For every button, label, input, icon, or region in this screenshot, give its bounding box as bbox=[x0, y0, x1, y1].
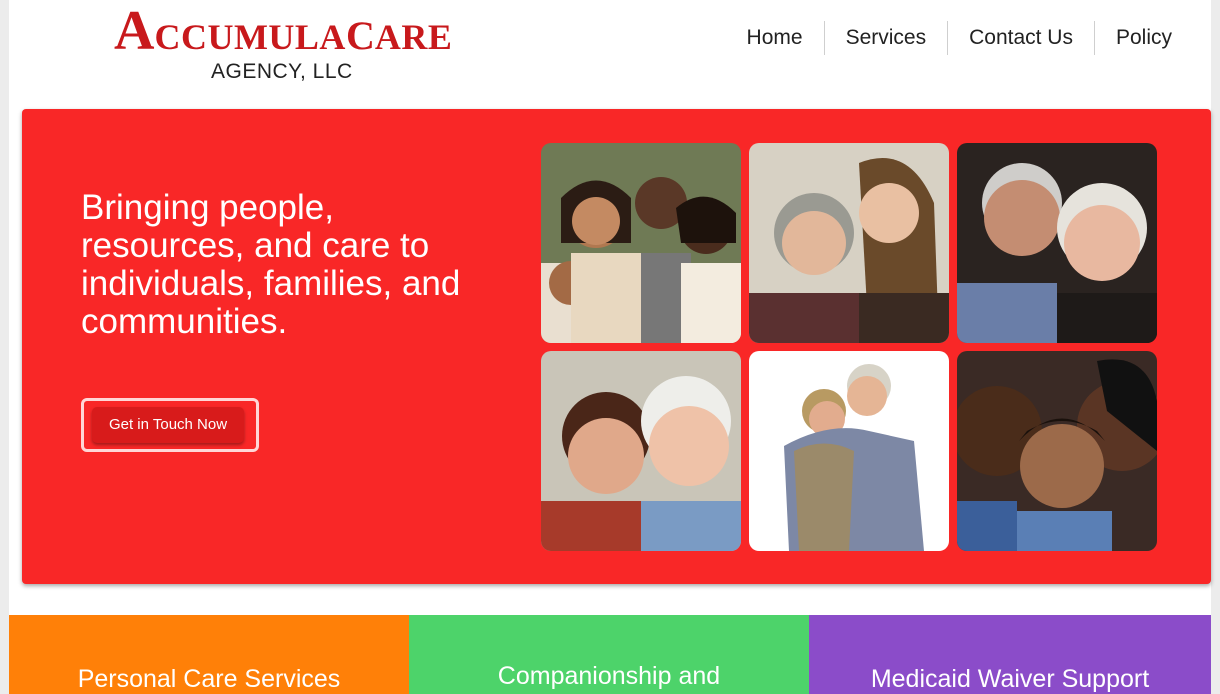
service-title: Medicaid Waiver Support bbox=[870, 665, 1150, 693]
service-title: Personal Care Services bbox=[77, 665, 341, 693]
nav-contact-us[interactable]: Contact Us bbox=[948, 21, 1094, 55]
embracing-elderly-couple-photo bbox=[749, 351, 949, 551]
logo[interactable]: ACCUMULACARE AGENCY, LLC bbox=[39, 0, 529, 104]
site-header: ACCUMULACARE AGENCY, LLC Home Services C… bbox=[9, 0, 1211, 106]
service-personal-care[interactable]: Personal Care Services bbox=[9, 615, 409, 694]
elderly-couple-photo bbox=[957, 143, 1157, 343]
smiling-family-photo bbox=[957, 351, 1157, 551]
nav-services[interactable]: Services bbox=[825, 21, 948, 55]
get-in-touch-button[interactable]: Get in Touch Now bbox=[92, 407, 244, 443]
older-woman-and-young-woman-photo bbox=[749, 143, 949, 343]
service-title: Companionship and bbox=[497, 662, 721, 690]
service-companionship[interactable]: Companionship and bbox=[409, 615, 809, 694]
page-right-margin bbox=[1211, 0, 1220, 694]
hero-heading: Bringing people, resources, and care to … bbox=[81, 188, 461, 341]
logo-wordmark: ACCUMULACARE bbox=[114, 0, 453, 62]
two-older-women-photo bbox=[541, 351, 741, 551]
main-nav: Home Services Contact Us Policy bbox=[726, 21, 1193, 55]
family-group-photo bbox=[541, 143, 741, 343]
nav-policy[interactable]: Policy bbox=[1095, 21, 1193, 55]
logo-subline: AGENCY, LLC bbox=[211, 60, 353, 83]
nav-home[interactable]: Home bbox=[726, 21, 824, 55]
page-left-margin bbox=[0, 0, 9, 694]
service-medicaid-waiver[interactable]: Medicaid Waiver Support bbox=[809, 615, 1211, 694]
hero-banner: Bringing people, resources, and care to … bbox=[22, 109, 1211, 584]
cta-outline: Get in Touch Now bbox=[81, 398, 259, 452]
